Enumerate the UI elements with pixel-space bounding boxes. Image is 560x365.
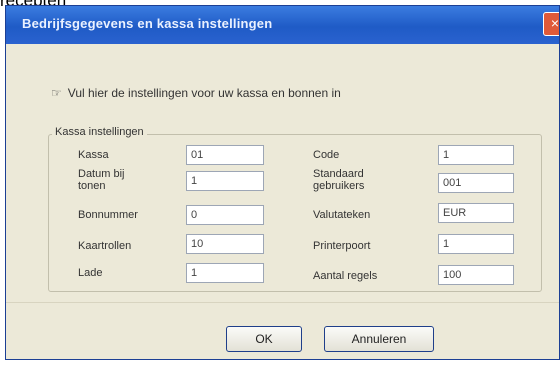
valuta-field[interactable]: EUR xyxy=(438,203,514,223)
footer-divider xyxy=(6,302,559,303)
field-label-kaartrollen: Kaartrollen xyxy=(78,240,132,252)
field-label-gebruikers: Standaard gebruikers xyxy=(313,168,365,192)
title-bar[interactable]: Bedrijfsgegevens en kassa instellingen × xyxy=(6,6,559,44)
code-field[interactable]: 1 xyxy=(438,145,514,165)
cancel-button[interactable]: Annuleren xyxy=(324,326,434,352)
kassa-field[interactable]: 01 xyxy=(186,145,264,165)
printerpoort-field[interactable]: 1 xyxy=(438,234,514,254)
ok-button[interactable]: OK xyxy=(226,326,302,352)
bonnummer-field[interactable]: 0 xyxy=(186,205,264,225)
dialog-title: Bedrijfsgegevens en kassa instellingen xyxy=(22,16,273,31)
info-line: ☞ Vul hier de instellingen voor uw kassa … xyxy=(51,86,341,100)
close-button[interactable]: × xyxy=(543,12,560,36)
field-label-bonnummer: Bonnummer xyxy=(78,209,138,221)
field-label-valuta: Valutateken xyxy=(313,209,371,221)
kaartrollen-field[interactable]: 10 xyxy=(186,234,264,254)
regels-field[interactable]: 100 xyxy=(438,265,514,285)
info-text: Vul hier de instellingen voor uw kassa e… xyxy=(67,86,341,100)
field-label-kassa: Kassa xyxy=(78,149,109,161)
datum-field[interactable]: 1 xyxy=(186,171,264,191)
gebruikers-field[interactable]: 001 xyxy=(438,173,514,193)
field-label-code: Code xyxy=(313,149,340,161)
settings-dialog: Bedrijfsgegevens en kassa instellingen ×… xyxy=(5,5,560,360)
lade-field[interactable]: 1 xyxy=(186,263,264,283)
field-label-lade: Lade xyxy=(78,267,103,279)
field-label-datum: Datum bij tonen xyxy=(78,168,125,192)
close-icon: × xyxy=(550,15,560,31)
group-label: Kassa instellingen xyxy=(52,126,147,138)
pointer-icon: ☞ xyxy=(51,86,62,100)
field-label-regels: Aantal regels xyxy=(313,270,378,282)
field-label-printerpoort: Printerpoort xyxy=(313,240,371,252)
